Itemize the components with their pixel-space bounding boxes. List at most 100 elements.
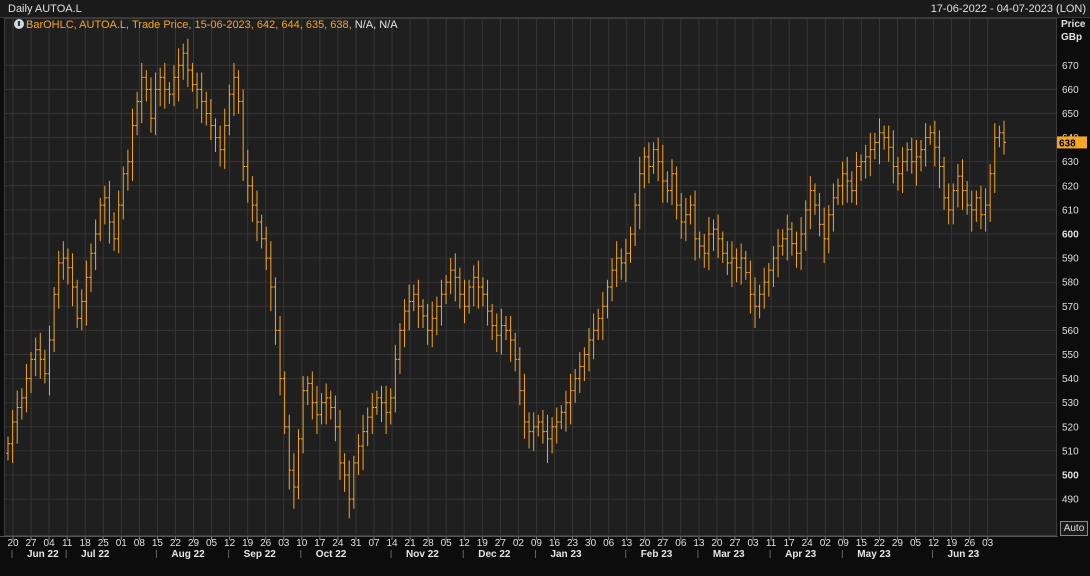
ohlc-bar[interactable] — [305, 376, 310, 406]
ohlc-bar[interactable] — [840, 161, 845, 206]
ohlc-bar[interactable] — [457, 267, 462, 309]
ohlc-bar[interactable] — [513, 332, 518, 372]
ohlc-bar[interactable] — [47, 325, 52, 396]
ohlc-bar[interactable] — [130, 108, 135, 181]
ohlc-bar[interactable] — [476, 260, 481, 309]
ohlc-bar[interactable] — [651, 142, 656, 174]
ohlc-bar[interactable] — [914, 140, 919, 186]
ohlc-bar[interactable] — [65, 248, 70, 285]
ohlc-bar[interactable] — [218, 125, 223, 167]
ohlc-bar[interactable] — [70, 253, 75, 307]
ohlc-bar[interactable] — [563, 390, 568, 432]
ohlc-bar[interactable] — [490, 303, 495, 341]
ohlc-bar[interactable] — [905, 142, 910, 172]
ohlc-bar[interactable] — [794, 231, 799, 268]
ohlc-bar[interactable] — [195, 72, 200, 109]
ohlc-bar[interactable] — [886, 125, 891, 162]
ohlc-bar[interactable] — [19, 388, 24, 420]
ohlc-bar[interactable] — [144, 70, 149, 102]
ohlc-bar[interactable] — [753, 277, 757, 328]
ohlc-bar[interactable] — [227, 84, 232, 136]
ohlc-bar[interactable] — [268, 241, 273, 312]
ohlc-bar[interactable] — [780, 229, 785, 256]
ohlc-bar[interactable] — [646, 142, 651, 184]
ohlc-bar[interactable] — [799, 217, 804, 271]
ohlc-bar[interactable] — [628, 226, 633, 263]
ohlc-bar[interactable] — [121, 166, 126, 220]
ohlc-bar[interactable] — [38, 332, 43, 379]
ohlc-bar[interactable] — [15, 390, 20, 444]
ohlc-bar[interactable] — [766, 262, 771, 297]
ohlc-bar[interactable] — [278, 315, 283, 396]
ohlc-bar[interactable] — [596, 308, 601, 341]
ohlc-bar[interactable] — [98, 197, 103, 242]
ohlc-bar[interactable] — [361, 414, 366, 471]
ohlc-bar[interactable] — [859, 154, 864, 181]
ohlc-bar[interactable] — [471, 265, 476, 307]
ohlc-bar[interactable] — [559, 405, 564, 430]
ohlc-bar[interactable] — [176, 48, 181, 102]
ohlc-bar[interactable] — [439, 279, 444, 326]
ohlc-bar[interactable] — [79, 289, 84, 331]
ohlc-bar[interactable] — [61, 241, 66, 280]
ohlc-chart[interactable]: 490 500 510 520 530 540 550 560 570 580 590 600 610 6… — [0, 0, 1090, 576]
ohlc-bar[interactable] — [453, 253, 458, 302]
ohlc-bar[interactable] — [554, 407, 559, 444]
ohlc-bar[interactable] — [545, 414, 550, 463]
ohlc-bar[interactable] — [448, 258, 453, 295]
ohlc-bar[interactable] — [942, 156, 947, 210]
ohlc-bar[interactable] — [679, 193, 684, 239]
ohlc-bar[interactable] — [10, 409, 15, 463]
ohlc-bar[interactable] — [185, 38, 190, 87]
ohlc-bar[interactable] — [245, 149, 250, 203]
ohlc-bar[interactable] — [674, 166, 679, 220]
ohlc-bar[interactable] — [347, 460, 352, 519]
ohlc-bar[interactable] — [693, 190, 698, 261]
auto-scale-button[interactable]: Auto — [1060, 521, 1088, 536]
ohlc-bar[interactable] — [462, 279, 467, 324]
ohlc-bar[interactable] — [670, 159, 674, 206]
ohlc-bar[interactable] — [946, 183, 951, 225]
ohlc-bar[interactable] — [259, 214, 264, 249]
ohlc-bar[interactable] — [112, 212, 117, 251]
ohlc-bar[interactable] — [808, 176, 813, 230]
ohlc-bar[interactable] — [960, 159, 965, 210]
ohlc-bar[interactable] — [236, 70, 241, 114]
ohlc-bar[interactable] — [826, 205, 831, 254]
ohlc-bar[interactable] — [992, 123, 997, 194]
ohlc-bar[interactable] — [434, 296, 439, 336]
ohlc-bar[interactable] — [614, 241, 619, 288]
ohlc-bar[interactable] — [494, 313, 499, 353]
ohlc-bar[interactable] — [656, 137, 661, 181]
ohlc-bar[interactable] — [706, 217, 711, 271]
ohlc-bar[interactable] — [324, 383, 329, 425]
ohlc-bar[interactable] — [729, 241, 734, 288]
ohlc-bar[interactable] — [158, 67, 163, 107]
ohlc-bar[interactable] — [854, 152, 859, 206]
ohlc-bar[interactable] — [33, 337, 38, 377]
ohlc-bar[interactable] — [430, 301, 435, 348]
ohlc-bar[interactable] — [776, 229, 781, 278]
ohlc-bar[interactable] — [264, 226, 269, 271]
ohlc-bar[interactable] — [997, 125, 1002, 148]
ohlc-bar[interactable] — [273, 277, 278, 345]
series-legend[interactable]: BarOHLC, AUTOA.L, Trade Price, 15-06-202… — [14, 19, 398, 31]
ohlc-bar[interactable] — [181, 43, 186, 80]
ohlc-bar[interactable] — [356, 434, 361, 475]
ohlc-bar[interactable] — [697, 231, 702, 259]
ohlc-bar[interactable] — [831, 183, 836, 232]
ohlc-bar[interactable] — [928, 125, 933, 145]
ohlc-bar[interactable] — [665, 171, 670, 203]
ohlc-bar[interactable] — [504, 315, 508, 341]
ohlc-bar[interactable] — [711, 219, 716, 251]
ohlc-bar[interactable] — [116, 190, 121, 254]
ohlc-bar[interactable] — [660, 144, 665, 203]
ohlc-bar[interactable] — [241, 89, 246, 181]
ohlc-bar[interactable] — [817, 193, 822, 237]
ohlc-bar[interactable] — [139, 62, 144, 124]
ohlc-bar[interactable] — [6, 436, 10, 461]
ohlc-bar[interactable] — [743, 250, 748, 280]
ohlc-bar[interactable] — [29, 352, 34, 394]
ohlc-bar[interactable] — [204, 91, 209, 126]
info-circle-icon[interactable] — [14, 19, 24, 29]
